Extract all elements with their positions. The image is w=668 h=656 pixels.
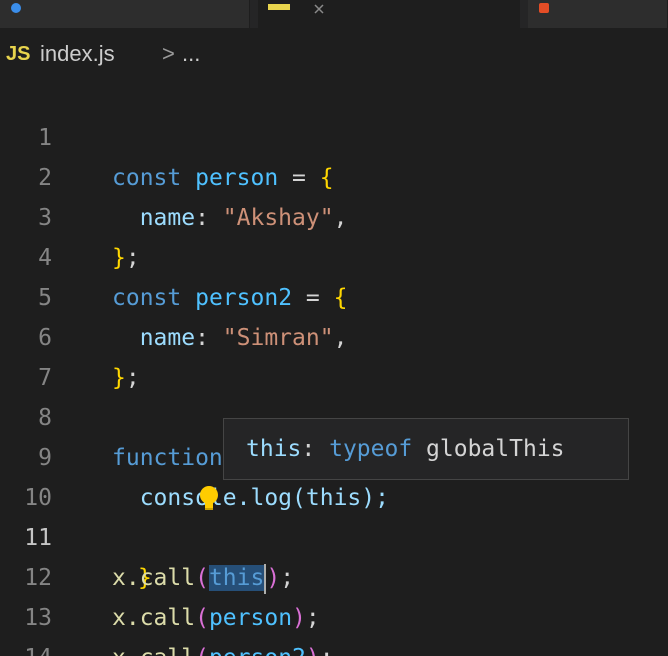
code-line[interactable]: 12 x.call(person);: [0, 518, 668, 631]
tab-file-3[interactable]: [528, 0, 668, 28]
editor-tab-bar: [0, 0, 668, 28]
code-line[interactable]: 2 name: "Akshay",: [0, 118, 668, 231]
hover-tooltip: this: typeof globalThis: [223, 418, 629, 480]
code-line[interactable]: 13 x.call(person2);: [0, 558, 668, 656]
line-content: x.call(person2);: [112, 638, 334, 656]
tab-file-1[interactable]: [0, 0, 250, 28]
close-icon[interactable]: [314, 1, 324, 18]
lightbulb-icon[interactable]: [113, 444, 219, 510]
code-line[interactable]: 5 name: "Simran",: [0, 238, 668, 351]
code-line[interactable]: 14: [0, 598, 668, 656]
file-type-icon: [10, 0, 22, 20]
breadcrumb-more[interactable]: ...: [182, 34, 200, 74]
breadcrumb-file[interactable]: index.js: [40, 34, 115, 74]
code-line[interactable]: 8 function x() {: [0, 358, 668, 471]
code-editor[interactable]: 1 const person = { 2 name: "Akshay", 3 }…: [0, 78, 668, 656]
code-line[interactable]: 7: [0, 318, 668, 391]
breadcrumb: JS index.js > ...: [0, 34, 668, 74]
code-line[interactable]: 3 };: [0, 158, 668, 271]
js-file-icon: JS: [6, 43, 31, 65]
js-file-icon: [268, 0, 290, 20]
code-line[interactable]: 1 const person = {: [0, 78, 668, 191]
html-file-icon: [538, 0, 550, 20]
chevron-right-icon: >: [162, 41, 175, 66]
tab-index-js[interactable]: [258, 0, 520, 28]
code-line[interactable]: 11 x.call(this);: [0, 478, 668, 594]
code-line[interactable]: 4 const person2 = {: [0, 198, 668, 311]
line-number: 14: [0, 638, 52, 656]
code-line[interactable]: 6 };: [0, 278, 668, 391]
